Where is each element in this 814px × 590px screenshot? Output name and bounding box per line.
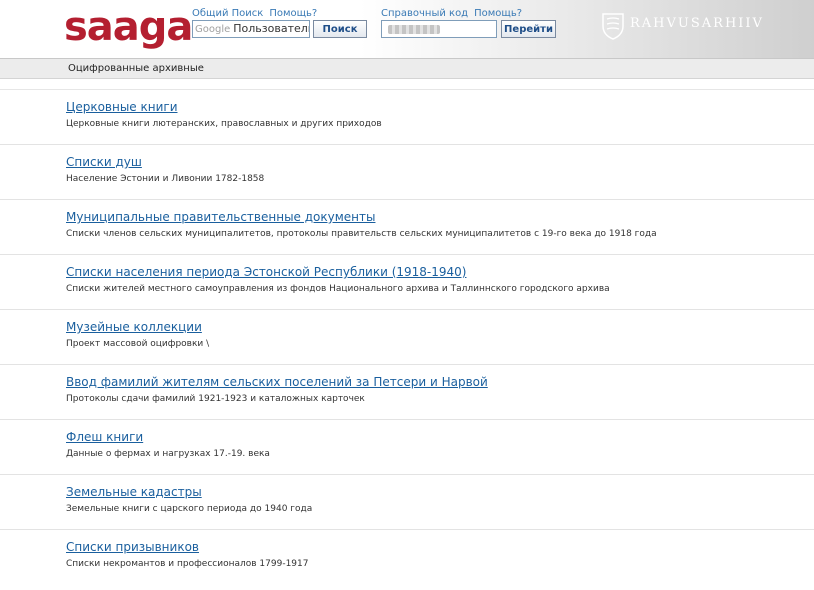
item-title-link[interactable]: Списки населения периода Эстонской Респу… bbox=[66, 265, 466, 279]
breadcrumb-bar: Оцифрованные архивные bbox=[0, 59, 814, 79]
item-description: Списки жителей местного самоуправления и… bbox=[66, 284, 610, 294]
item-description: Проект массовой оцифровки \ bbox=[66, 339, 210, 349]
list-item: Муниципальные правительственные документ… bbox=[0, 200, 814, 255]
item-description: Население Эстонии и Ливонии 1782-1858 bbox=[66, 174, 265, 184]
spacer bbox=[0, 79, 814, 90]
item-title-link[interactable]: Флеш книги bbox=[66, 430, 143, 444]
blurred-input-content bbox=[388, 25, 440, 34]
list-item: Списки призывников Списки некромантов и … bbox=[0, 530, 814, 584]
go-button[interactable]: Перейти bbox=[501, 20, 556, 38]
item-description: Списки некромантов и профессионалов 1799… bbox=[66, 559, 309, 569]
coat-of-arms-icon bbox=[602, 13, 624, 40]
item-description: Земельные книги с царского периода до 19… bbox=[66, 504, 313, 514]
list-item: Церковные книги Церковные книги лютеранс… bbox=[0, 90, 814, 145]
list-item: Земельные кадастры Земельные книги с цар… bbox=[0, 475, 814, 530]
list-item: Списки населения периода Эстонской Респу… bbox=[0, 255, 814, 310]
site-header: saaga Общий Поиск Помощь? Google Пользоват… bbox=[0, 0, 814, 59]
item-description: Церковные книги лютеранских, православны… bbox=[66, 119, 382, 129]
item-description: Протоколы сдачи фамилий 1921-1923 и ката… bbox=[66, 394, 365, 404]
general-search-help-link[interactable]: Помощь? bbox=[269, 8, 317, 19]
item-description: Данные о фермах и нагрузках 17.-19. века bbox=[66, 449, 270, 459]
search-button[interactable]: Поиск bbox=[313, 20, 367, 38]
rahvusarhiiv-logo[interactable]: RAHVUSARHIIV bbox=[600, 12, 770, 42]
reference-code-input[interactable] bbox=[381, 20, 497, 38]
item-title-link[interactable]: Земельные кадастры bbox=[66, 485, 202, 499]
item-title-link[interactable]: Ввод фамилий жителям сельских поселений … bbox=[66, 375, 488, 389]
archive-name: RAHVUSARHIIV bbox=[630, 16, 764, 31]
google-brand-label: Google bbox=[195, 24, 231, 35]
list-item: Музейные коллекции Проект массовой оцифр… bbox=[0, 310, 814, 365]
collection-list: Церковные книги Церковные книги лютеранс… bbox=[0, 90, 814, 584]
item-title-link[interactable]: Списки призывников bbox=[66, 540, 199, 554]
item-description: Списки членов сельских муниципалитетов, … bbox=[66, 229, 657, 239]
list-item: Ввод фамилий жителям сельских поселений … bbox=[0, 365, 814, 420]
reference-code-link[interactable]: Справочный код bbox=[381, 8, 468, 19]
section-title: Оцифрованные архивные bbox=[68, 63, 204, 74]
item-title-link[interactable]: Списки душ bbox=[66, 155, 142, 169]
reference-code-links: Справочный код Помощь? bbox=[381, 8, 522, 19]
list-item: Флеш книги Данные о фермах и нагрузках 1… bbox=[0, 420, 814, 475]
search-input[interactable]: Google Пользователь bbox=[192, 20, 310, 38]
general-search-link[interactable]: Общий Поиск bbox=[192, 8, 263, 19]
list-item: Списки душ Население Эстонии и Ливонии 1… bbox=[0, 145, 814, 200]
item-title-link[interactable]: Музейные коллекции bbox=[66, 320, 202, 334]
saaga-logo[interactable]: saaga bbox=[64, 4, 193, 50]
reference-code-help-link[interactable]: Помощь? bbox=[474, 8, 522, 19]
item-title-link[interactable]: Муниципальные правительственные документ… bbox=[66, 210, 375, 224]
general-search-links: Общий Поиск Помощь? bbox=[192, 8, 317, 19]
search-input-value: Пользователь bbox=[233, 22, 310, 35]
item-title-link[interactable]: Церковные книги bbox=[66, 100, 178, 114]
